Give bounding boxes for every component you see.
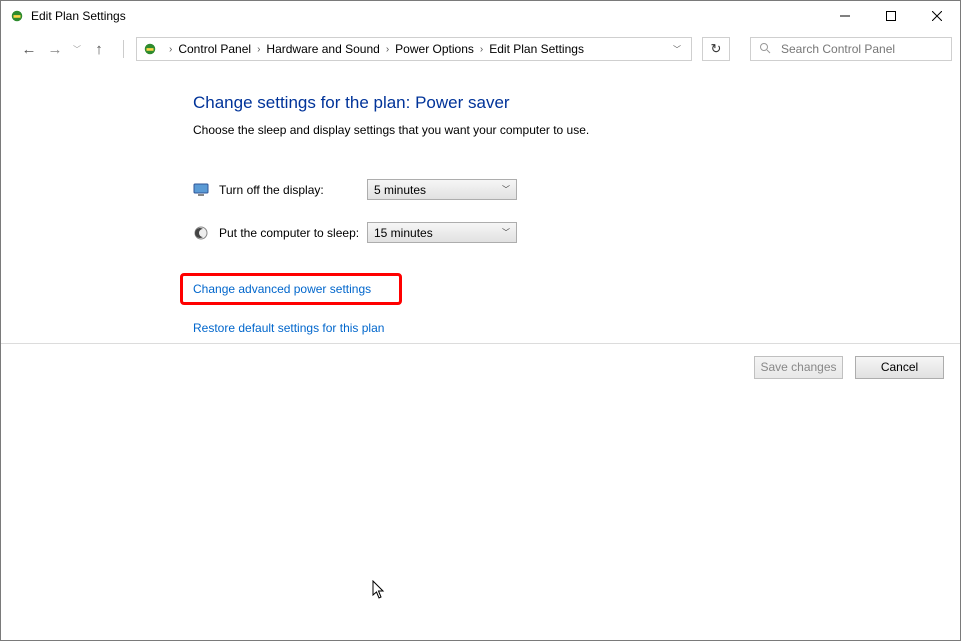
chevron-down-icon: ﹀	[502, 227, 510, 238]
display-timeout-label: Turn off the display:	[219, 183, 367, 197]
power-options-icon	[141, 42, 159, 56]
display-timeout-value: 5 minutes	[374, 183, 426, 197]
search-box[interactable]	[750, 37, 952, 61]
content-area: Change settings for the plan: Power save…	[1, 67, 960, 343]
back-button[interactable]: ←	[19, 42, 39, 57]
filler	[1, 391, 960, 641]
address-dropdown-button[interactable]: ﹀	[667, 44, 687, 55]
title-bar: Edit Plan Settings	[1, 1, 960, 31]
save-button[interactable]: Save changes	[754, 356, 843, 379]
page-description: Choose the sleep and display settings th…	[193, 123, 960, 137]
recent-locations-button[interactable]: ﹀	[73, 44, 81, 55]
nav-separator	[123, 40, 124, 58]
chevron-right-icon[interactable]: ›	[165, 44, 176, 55]
navigation-bar: ← → ﹀ ↑ › Control Panel › Hardware and S…	[1, 31, 960, 67]
restore-defaults-link[interactable]: Restore default settings for this plan	[193, 321, 384, 335]
links-section: Change advanced power settings Restore d…	[193, 273, 960, 335]
search-icon	[759, 42, 771, 57]
display-timeout-select[interactable]: 5 minutes ﹀	[367, 179, 517, 200]
sleep-timeout-value: 15 minutes	[374, 226, 433, 240]
advanced-settings-link[interactable]: Change advanced power settings	[193, 282, 371, 296]
highlighted-link-box: Change advanced power settings	[180, 273, 402, 305]
monitor-icon	[193, 182, 209, 198]
footer-bar: Save changes Cancel	[1, 343, 960, 391]
minimize-button[interactable]	[822, 1, 868, 31]
breadcrumb-item[interactable]: Edit Plan Settings	[487, 42, 586, 56]
sleep-timeout-select[interactable]: 15 minutes ﹀	[367, 222, 517, 243]
cancel-button[interactable]: Cancel	[855, 356, 944, 379]
breadcrumb-item[interactable]: Control Panel	[176, 42, 253, 56]
chevron-right-icon[interactable]: ›	[476, 44, 487, 55]
close-button[interactable]	[914, 1, 960, 31]
power-options-icon	[9, 8, 25, 24]
sleep-timeout-label: Put the computer to sleep:	[219, 226, 367, 240]
window-title: Edit Plan Settings	[31, 9, 822, 23]
search-input[interactable]	[779, 41, 943, 57]
chevron-right-icon[interactable]: ›	[382, 44, 393, 55]
refresh-button[interactable]: ↻	[702, 37, 730, 61]
maximize-button[interactable]	[868, 1, 914, 31]
display-timeout-row: Turn off the display: 5 minutes ﹀	[193, 179, 960, 200]
forward-button[interactable]: →	[45, 42, 65, 57]
breadcrumb-item[interactable]: Power Options	[393, 42, 476, 56]
breadcrumb-item[interactable]: Hardware and Sound	[264, 42, 381, 56]
chevron-down-icon: ﹀	[502, 184, 510, 195]
breadcrumb-bar[interactable]: › Control Panel › Hardware and Sound › P…	[136, 37, 692, 61]
up-button[interactable]: ↑	[89, 42, 109, 57]
page-heading: Change settings for the plan: Power save…	[193, 93, 960, 113]
chevron-right-icon[interactable]: ›	[253, 44, 264, 55]
window-controls	[822, 1, 960, 31]
sleep-timeout-row: Put the computer to sleep: 15 minutes ﹀	[193, 222, 960, 243]
moon-icon	[193, 225, 209, 241]
window-frame: Edit Plan Settings ← → ﹀ ↑	[0, 0, 961, 641]
